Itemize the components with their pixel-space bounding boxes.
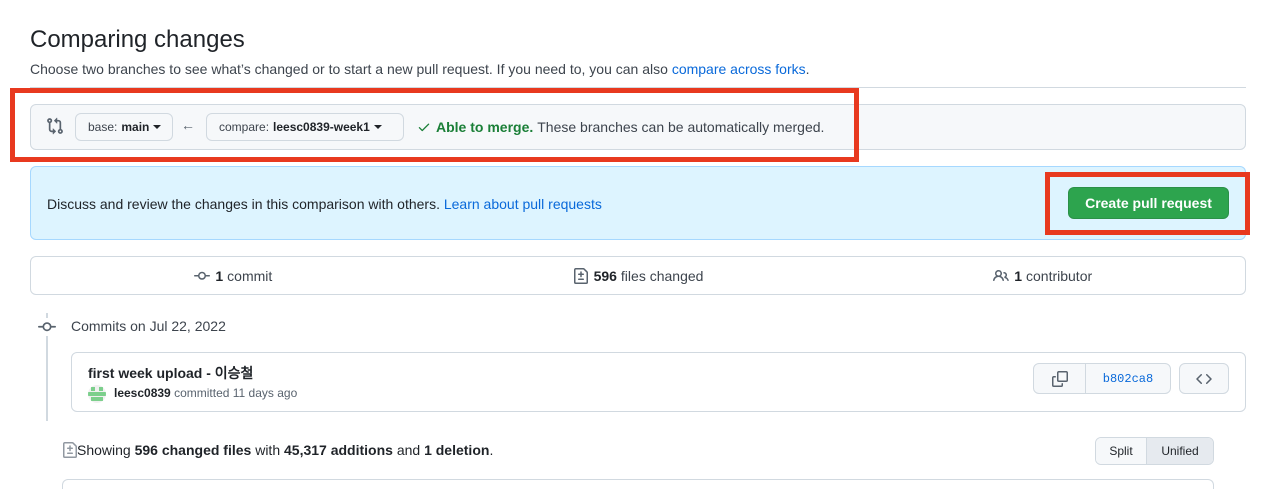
annotation-highlight-create-button bbox=[1045, 172, 1250, 235]
page-subtitle: Choose two branches to see what’s change… bbox=[30, 61, 810, 77]
subtitle-suffix: . bbox=[806, 61, 810, 77]
file-diff-container bbox=[62, 479, 1214, 489]
diff-summary-text: Showing 596 changed files with 45,317 ad… bbox=[77, 442, 493, 458]
comparison-summary: 1 commit 596 files changed 1 contributor bbox=[30, 256, 1246, 295]
commits-date-heading: Commits on Jul 22, 2022 bbox=[71, 318, 226, 334]
page-title: Comparing changes bbox=[30, 26, 245, 54]
flash-text: Discuss and review the changes in this c… bbox=[47, 196, 602, 212]
contributors-count: 1 bbox=[1014, 268, 1022, 284]
commit-title-link[interactable]: first week upload - 이승철 bbox=[88, 363, 253, 383]
commits-label: commit bbox=[227, 268, 272, 284]
people-icon bbox=[993, 268, 1009, 284]
split-view-button[interactable]: Split bbox=[1096, 438, 1147, 464]
unified-view-button[interactable]: Unified bbox=[1147, 438, 1213, 464]
changed-files-count: 596 changed files bbox=[135, 442, 252, 458]
file-diff-icon bbox=[62, 442, 78, 458]
files-label: files changed bbox=[621, 268, 704, 284]
git-commit-icon bbox=[194, 268, 210, 284]
files-changed-tab[interactable]: 596 files changed bbox=[436, 257, 841, 294]
avatar[interactable] bbox=[88, 385, 106, 403]
commits-count: 1 bbox=[215, 268, 223, 284]
showing-prefix: Showing bbox=[77, 442, 135, 458]
annotation-highlight-range bbox=[10, 88, 859, 162]
contributors-tab[interactable]: 1 contributor bbox=[840, 257, 1245, 294]
files-count: 596 bbox=[594, 268, 617, 284]
contributors-label: contributor bbox=[1026, 268, 1092, 284]
git-commit-icon bbox=[38, 318, 56, 336]
diff-view-toggle: Split Unified bbox=[1095, 437, 1214, 465]
showing-suffix: . bbox=[489, 442, 493, 458]
commit-time: committed 11 days ago bbox=[171, 386, 298, 400]
showing-mid1: with bbox=[251, 442, 284, 458]
file-diff-icon bbox=[573, 268, 589, 284]
learn-about-pull-requests-link[interactable]: Learn about pull requests bbox=[444, 196, 602, 212]
commit-author-link[interactable]: leesc0839 bbox=[114, 386, 171, 400]
code-icon bbox=[1196, 371, 1212, 387]
flash-message: Discuss and review the changes in this c… bbox=[47, 196, 444, 212]
subtitle-text: Choose two branches to see what’s change… bbox=[30, 61, 672, 77]
copy-icon bbox=[1052, 371, 1068, 387]
commits-count-tab[interactable]: 1 commit bbox=[31, 257, 436, 294]
commit-sha-link[interactable]: b802ca8 bbox=[1086, 364, 1170, 393]
compare-across-forks-link[interactable]: compare across forks bbox=[672, 61, 806, 77]
copy-sha-button[interactable] bbox=[1034, 364, 1086, 393]
deletions-count: 1 deletion bbox=[424, 442, 489, 458]
commit-meta: leesc0839 committed 11 days ago bbox=[114, 386, 297, 400]
additions-count: 45,317 additions bbox=[284, 442, 393, 458]
commit-actions: b802ca8 bbox=[1033, 363, 1171, 394]
browse-code-button[interactable] bbox=[1179, 363, 1229, 394]
showing-mid2: and bbox=[393, 442, 424, 458]
